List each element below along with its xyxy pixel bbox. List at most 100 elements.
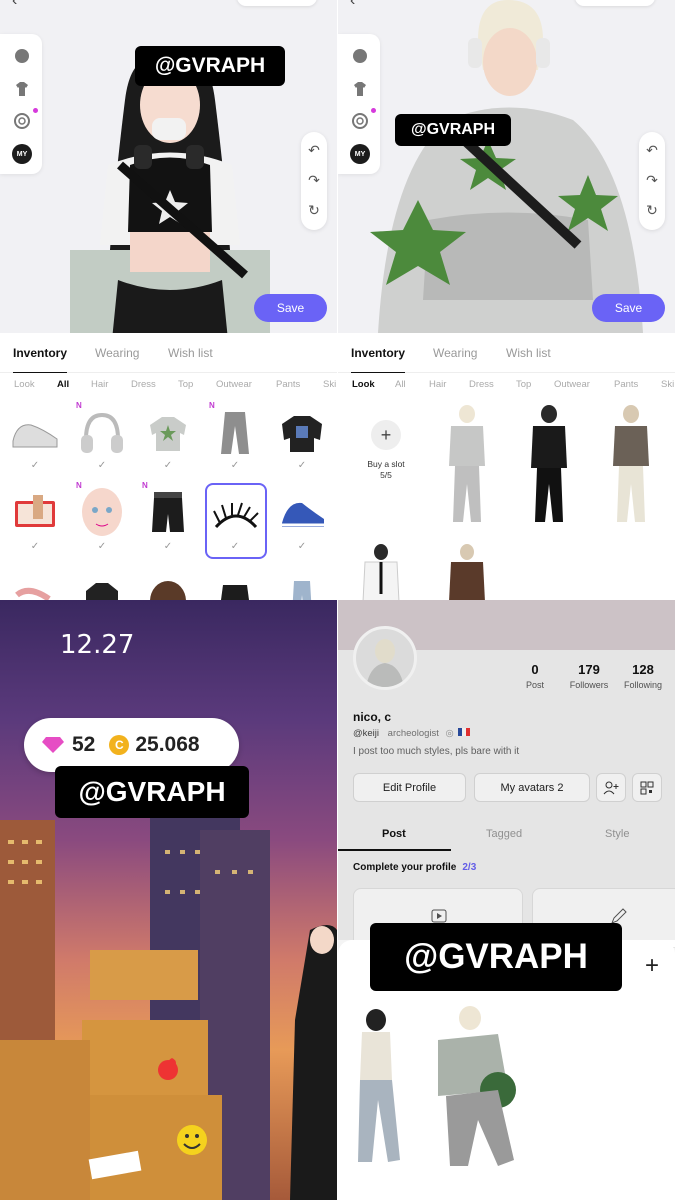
category-rail: MY [338, 34, 380, 174]
dim-overlay [338, 600, 675, 940]
reset-icon[interactable]: ↻ [639, 202, 665, 219]
item-knit-top[interactable] [205, 565, 265, 600]
back-icon[interactable]: ‹ [12, 0, 17, 10]
currency-chip[interactable] [237, 0, 317, 6]
item-face[interactable]: N [72, 481, 132, 543]
plus-icon: + [371, 420, 401, 450]
look-star-hoodie[interactable] [438, 402, 496, 526]
check-icon: ✓ [30, 460, 40, 471]
category-rail: MY [0, 34, 42, 174]
cat-pants[interactable]: Pants [276, 379, 300, 390]
shirt-icon[interactable] [350, 79, 370, 99]
currency-pill[interactable]: 52 C 25.068 [24, 718, 239, 772]
my-icon[interactable]: MY [12, 144, 32, 164]
buy-slot-label: Buy a slot [367, 459, 405, 469]
cat-dress[interactable]: Dress [131, 379, 156, 390]
check-icon: ✓ [97, 541, 107, 552]
check-icon: ✓ [230, 541, 240, 552]
check-icon: ✓ [297, 541, 307, 552]
cat-outwear[interactable]: Outwear [554, 379, 590, 390]
cat-hair[interactable]: Hair [91, 379, 108, 390]
item-pink-shoes[interactable] [5, 565, 65, 600]
reset-icon[interactable]: ↻ [301, 202, 327, 219]
redo-icon[interactable]: ↷ [639, 172, 665, 189]
tab-wish-list[interactable]: Wish list [168, 346, 213, 360]
avatar-stage: ‹ MY ↶ ↷ ↻ Save @GVRAPH [338, 0, 675, 333]
my-icon[interactable]: MY [350, 144, 370, 164]
gem-icon [42, 737, 64, 753]
history-controls: ↶ ↷ ↻ [639, 132, 665, 230]
head-icon[interactable] [350, 46, 370, 66]
check-icon: ✓ [230, 460, 240, 471]
item-black-shorts[interactable]: N [138, 481, 198, 543]
city-illustration [0, 800, 337, 1200]
item-cargo-pants[interactable]: N [205, 401, 265, 463]
item-star-hoodie[interactable] [138, 403, 198, 463]
redo-icon[interactable]: ↷ [301, 172, 327, 189]
coin-icon[interactable] [350, 111, 370, 131]
gem-count: 52 [72, 733, 96, 756]
item-black-coat[interactable] [72, 565, 132, 600]
cat-pants[interactable]: Pants [614, 379, 638, 390]
coin-icon: C [109, 735, 130, 755]
look-white-shirt[interactable] [352, 543, 410, 600]
game-home-scene: 12.27 52 C 25.068 @GVRAPH [0, 600, 337, 1200]
inventory-tabs: Inventory Wearing Wish list [0, 333, 337, 374]
undo-icon[interactable]: ↶ [301, 142, 327, 159]
look-black-suit[interactable] [520, 402, 578, 526]
avatar-stage: ‹ MY ↶ ↷ ↻ Save @GVRAPH [0, 0, 337, 333]
buy-slot-button[interactable]: + Buy a slot 5/5 [352, 420, 420, 510]
look-brown-jacket[interactable] [602, 402, 660, 526]
back-icon[interactable]: ‹ [350, 0, 355, 10]
slot-count: 5/5 [380, 470, 392, 481]
cat-all[interactable]: All [395, 379, 406, 390]
cat-dress[interactable]: Dress [469, 379, 494, 390]
profile-screen: 0 Post 179 Followers 128 Following nico,… [338, 600, 675, 1200]
check-icon: ✓ [30, 541, 40, 552]
currency-chip[interactable] [575, 0, 655, 6]
new-badge: N [76, 401, 82, 410]
cat-all[interactable]: All [57, 379, 69, 390]
category-filter: Look All Hair Dress Top Outwear Pants Sk… [0, 373, 337, 397]
cat-outwear[interactable]: Outwear [216, 379, 252, 390]
item-headphones[interactable]: N [72, 401, 132, 463]
notification-dot [33, 108, 38, 113]
watermark: @GVRAPH [395, 114, 511, 146]
check-icon: ✓ [163, 460, 173, 471]
watermark: @GVRAPH [135, 46, 285, 86]
cat-top[interactable]: Top [178, 379, 193, 390]
cat-hair[interactable]: Hair [429, 379, 446, 390]
check-icon: ✓ [297, 460, 307, 471]
save-button[interactable]: Save [254, 294, 327, 322]
notification-dot [371, 108, 376, 113]
cat-ski[interactable]: Ski [323, 379, 336, 390]
item-black-jacket[interactable] [272, 403, 332, 463]
undo-icon[interactable]: ↶ [639, 142, 665, 159]
category-filter: Look All Hair Dress Top Outwear Pants Sk… [338, 373, 675, 397]
head-icon[interactable] [12, 46, 32, 66]
item-tablet[interactable] [5, 483, 65, 543]
tab-inventory[interactable]: Inventory [13, 346, 68, 374]
item-jeans[interactable] [272, 565, 332, 600]
editor-panel-left: ‹ MY ↶ ↷ ↻ Save @GVRAPH Inventory Wearin… [0, 0, 337, 600]
check-icon: ✓ [97, 460, 107, 471]
coin-icon[interactable] [12, 111, 32, 131]
item-brown-hair[interactable] [138, 565, 198, 600]
new-badge: N [209, 401, 215, 410]
new-badge: N [142, 481, 148, 490]
item-blue-sneakers[interactable] [272, 483, 332, 543]
item-sneakers[interactable] [5, 403, 65, 463]
look-leather-jacket[interactable] [438, 543, 496, 600]
tab-wish-list[interactable]: Wish list [506, 346, 551, 360]
shirt-icon[interactable] [12, 79, 32, 99]
tab-inventory[interactable]: Inventory [351, 346, 406, 374]
cat-ski[interactable]: Ski [661, 379, 674, 390]
cat-top[interactable]: Top [516, 379, 531, 390]
cat-look[interactable]: Look [14, 379, 35, 390]
editor-panel-right: ‹ MY ↶ ↷ ↻ Save @GVRAPH Inventory Wearin… [338, 0, 675, 600]
save-button[interactable]: Save [592, 294, 665, 322]
avatar-illustration [370, 0, 643, 333]
tab-wearing[interactable]: Wearing [95, 346, 139, 360]
cat-look[interactable]: Look [352, 379, 375, 390]
tab-wearing[interactable]: Wearing [433, 346, 477, 360]
